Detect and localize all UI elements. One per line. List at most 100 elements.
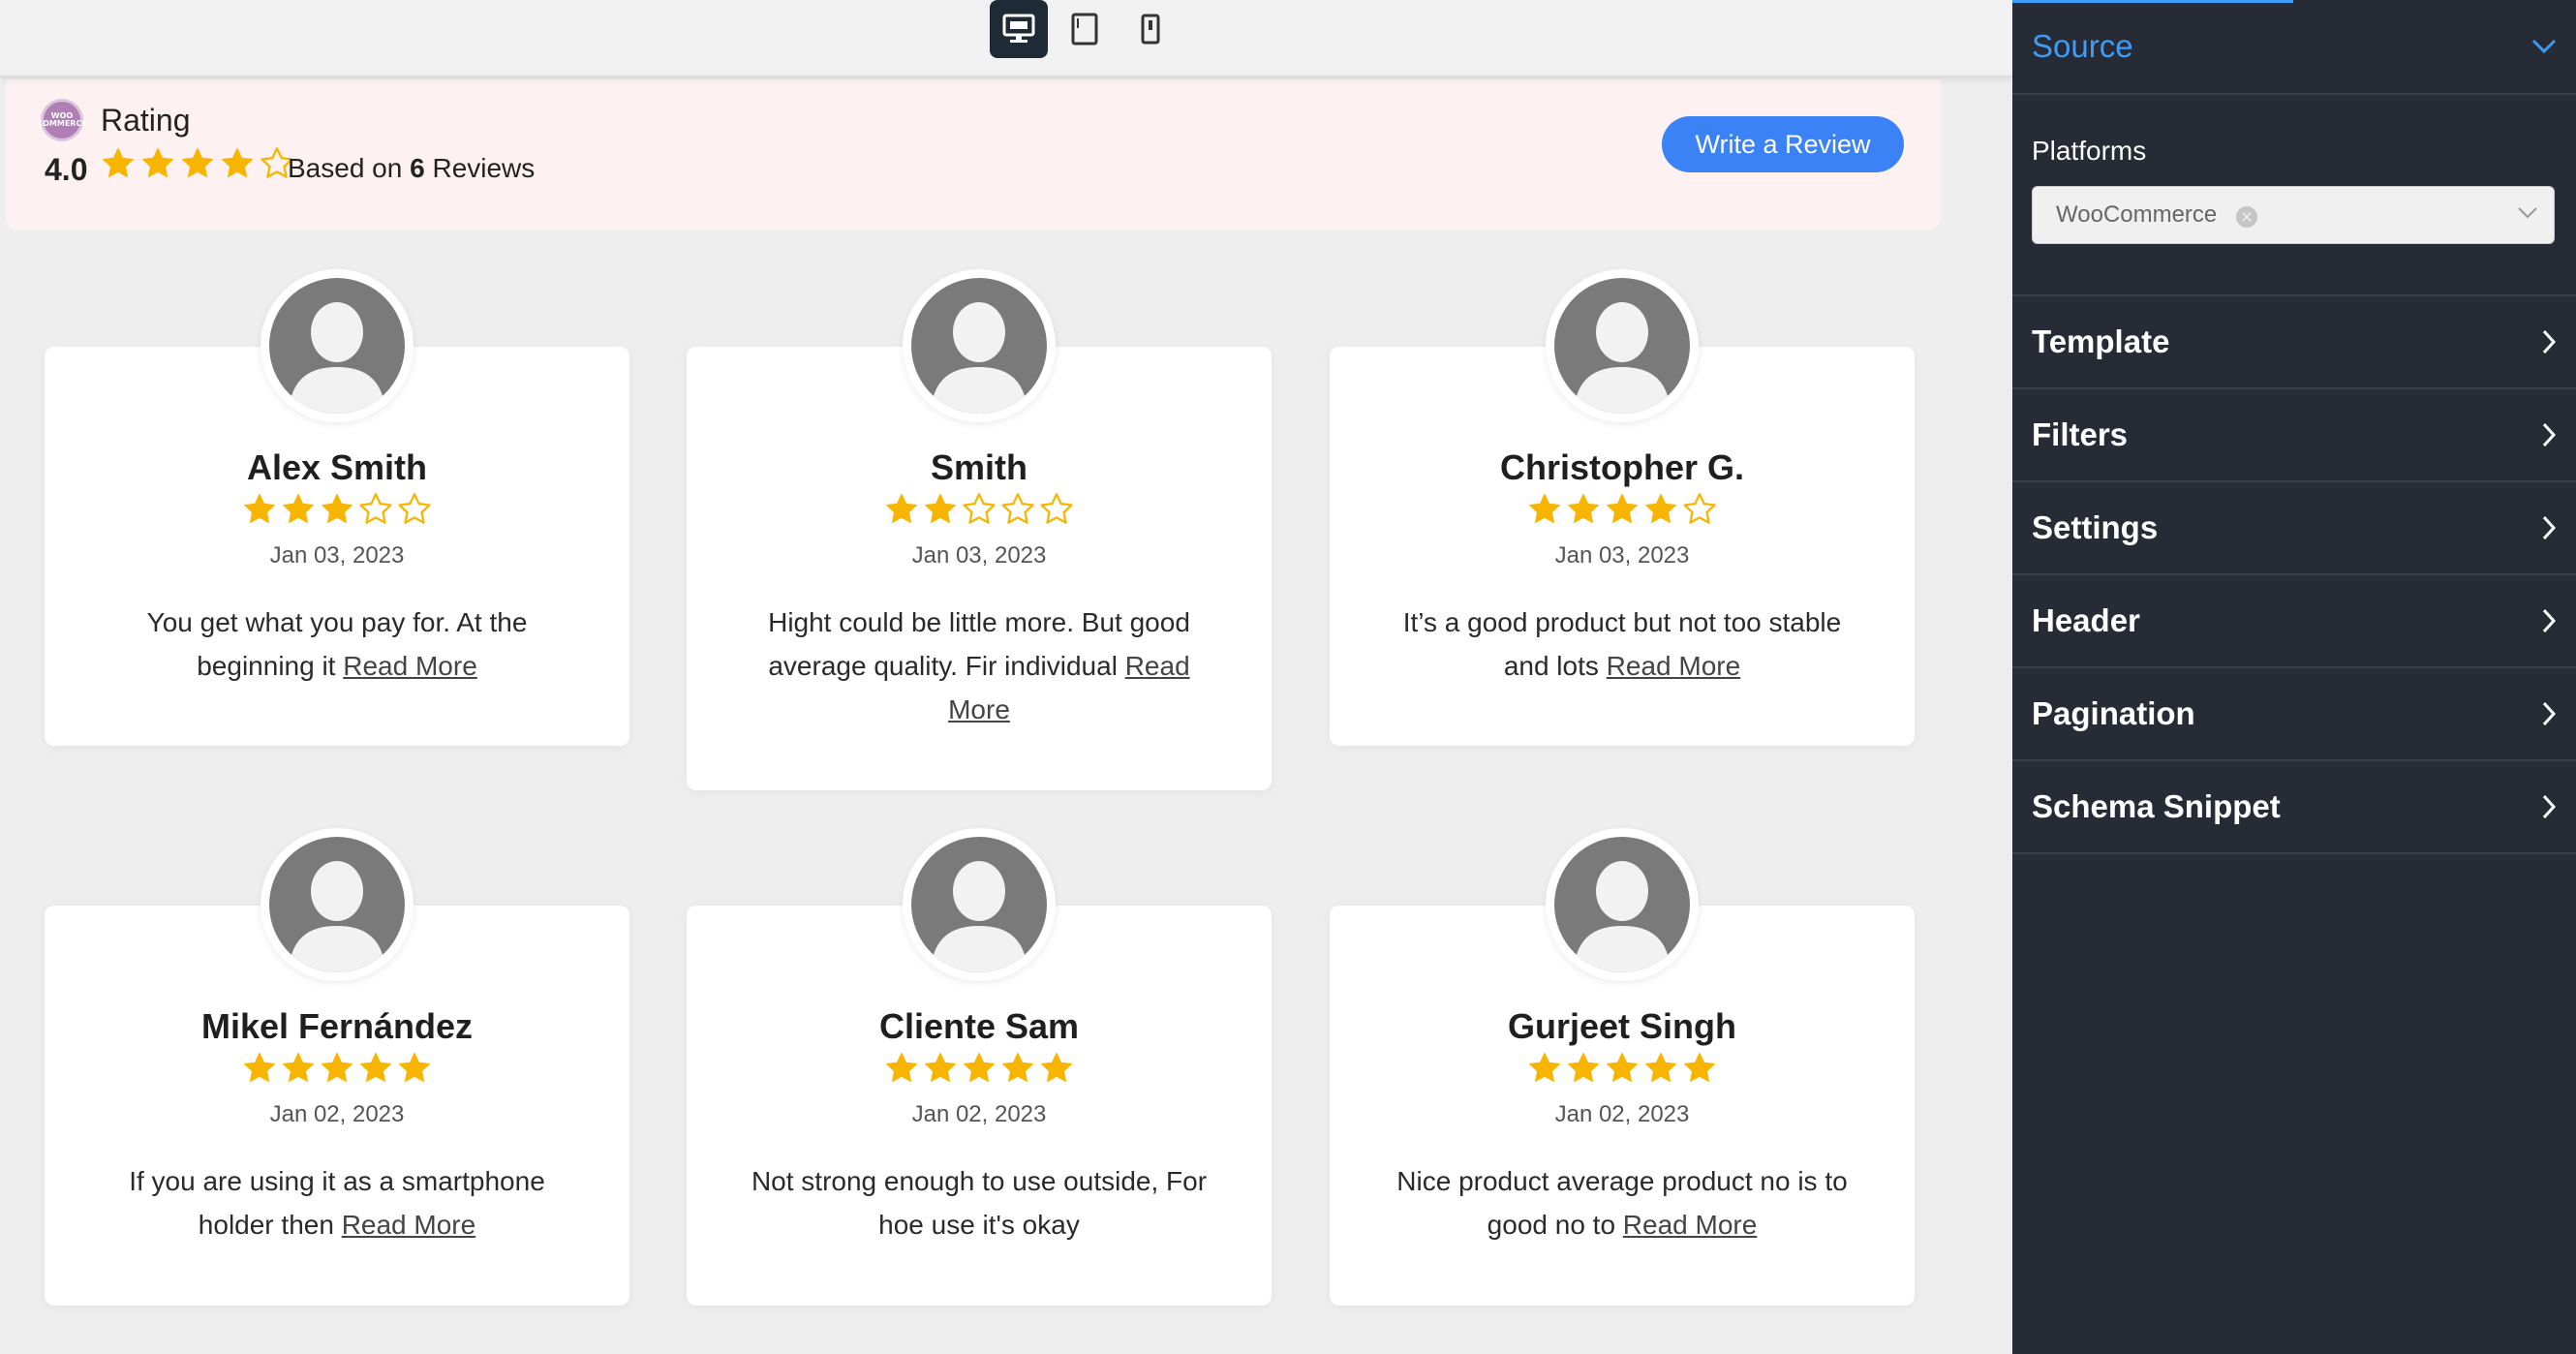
platforms-label: Platforms [2032, 136, 2147, 166]
star-filled-icon [1607, 1052, 1638, 1083]
reviewer-name: Christopher G. [1499, 447, 1745, 487]
review-date: Jan 03, 2023 [1554, 542, 1690, 569]
panel-section-pagination[interactable]: Pagination [2012, 668, 2576, 761]
review-text: Not strong enough to use outside, For ho… [735, 1159, 1223, 1246]
review-stars [1330, 1051, 1915, 1086]
star-filled-icon [283, 1052, 314, 1083]
source-section-toggle[interactable]: Source [2012, 0, 2576, 95]
review-date: Jan 02, 2023 [1554, 1101, 1690, 1127]
star-empty-icon [1001, 493, 1034, 524]
reviewer-name: Cliente Sam [878, 1006, 1080, 1046]
panel-section-filters[interactable]: Filters [2012, 389, 2576, 482]
tablet-view-button[interactable] [1056, 0, 1114, 58]
chevron-right-icon [2542, 794, 2557, 819]
star-empty-icon [359, 493, 392, 524]
panel-section-label: Schema Snippet [2032, 788, 2281, 824]
read-more-link[interactable]: Read More [1607, 651, 1741, 681]
read-more-link[interactable]: Read More [343, 651, 477, 681]
review-text: You get what you pay for. At the beginni… [93, 600, 581, 688]
review-stars [1330, 492, 1915, 527]
star-filled-icon [886, 493, 917, 524]
star-filled-icon [322, 1052, 353, 1083]
star-empty-icon [1040, 493, 1073, 524]
review-star-rating [244, 1052, 430, 1083]
star-empty-icon [1683, 493, 1716, 524]
write-review-button[interactable]: Write a Review [1662, 116, 1904, 172]
chevron-right-icon [2542, 422, 2557, 447]
star-filled-icon [1529, 1052, 1560, 1083]
review-star-rating [1529, 493, 1716, 524]
panel-section-label: Filters [2032, 416, 2129, 452]
review-star-rating [244, 493, 431, 524]
star-empty-icon [963, 493, 996, 524]
star-empty-icon [398, 493, 431, 524]
review-body: Not strong enough to use outside, For ho… [751, 1166, 1208, 1240]
chevron-down-icon [2518, 207, 2537, 219]
star-filled-icon [103, 147, 134, 178]
tablet-icon [1071, 13, 1098, 46]
avatar-image [1554, 837, 1690, 972]
reviewer-avatar [261, 269, 414, 422]
star-filled-icon [1529, 493, 1560, 524]
star-filled-icon [244, 493, 275, 524]
star-filled-icon [1568, 493, 1599, 524]
default-avatar-icon [1554, 837, 1690, 972]
default-avatar-icon [269, 278, 405, 414]
device-toolbar [0, 0, 2012, 77]
star-filled-icon [925, 1052, 956, 1083]
star-filled-icon [1568, 1052, 1599, 1083]
review-star-rating [886, 1052, 1072, 1083]
chevron-right-icon [2542, 701, 2557, 726]
review-date: Jan 02, 2023 [911, 1101, 1047, 1127]
chevron-right-icon [2542, 515, 2557, 540]
review-date: Jan 03, 2023 [911, 542, 1047, 569]
panel-section-template[interactable]: Template [2012, 296, 2576, 389]
read-more-link[interactable]: Read More [342, 1210, 476, 1240]
reviewer-avatar [903, 828, 1056, 981]
panel-section-label: Template [2032, 323, 2170, 359]
star-filled-icon [399, 1052, 430, 1083]
read-more-link[interactable]: Read More [1623, 1210, 1758, 1240]
star-filled-icon [142, 147, 173, 178]
chevron-right-icon [2542, 329, 2557, 354]
panel-section-header[interactable]: Header [2012, 575, 2576, 668]
star-filled-icon [182, 147, 213, 178]
panel-section-schema-snippet[interactable]: Schema Snippet [2012, 761, 2576, 854]
woo-logo-text: WOO COMMERCE [37, 111, 87, 128]
review-text: It’s a good product but not too stable a… [1378, 600, 1866, 688]
rating-title: Rating [101, 103, 191, 138]
platforms-select[interactable]: WooCommerce × [2032, 186, 2555, 244]
average-star-rating [103, 147, 293, 178]
default-avatar-icon [911, 837, 1047, 972]
reviewer-name: Smith [930, 447, 1027, 487]
mobile-view-button[interactable] [1121, 0, 1180, 58]
desktop-view-button[interactable] [990, 0, 1048, 58]
default-avatar-icon [1554, 278, 1690, 414]
average-rating-value: 4.0 [45, 152, 88, 187]
panel-section-settings[interactable]: Settings [2012, 482, 2576, 575]
reviewer-name: Alex Smith [246, 447, 428, 487]
panel-section-label: Header [2032, 602, 2140, 638]
star-filled-icon [886, 1052, 917, 1083]
star-filled-icon [322, 493, 353, 524]
reviewer-name: Gurjeet Singh [1507, 1006, 1737, 1046]
clear-tag-icon[interactable]: × [2236, 206, 2257, 228]
review-stars [687, 1051, 1272, 1086]
review-date: Jan 02, 2023 [269, 1101, 405, 1127]
star-filled-icon [964, 1052, 995, 1083]
review-stars [687, 492, 1272, 527]
avatar-image [911, 278, 1047, 414]
reviewer-name: Mikel Fernández [200, 1006, 474, 1046]
woocommerce-logo: WOO COMMERCE [37, 99, 87, 141]
review-text: Hight could be little more. But good ave… [735, 600, 1223, 731]
review-stars [45, 1051, 629, 1086]
review-count: 6 [410, 153, 425, 183]
default-avatar-icon [911, 278, 1047, 414]
based-suffix: Reviews [432, 153, 536, 183]
star-filled-icon [360, 1052, 391, 1083]
review-count-text: Based on 6 Reviews [288, 153, 535, 184]
star-filled-icon [1684, 1052, 1715, 1083]
based-prefix: Based on [288, 153, 403, 183]
star-filled-icon [1002, 1052, 1033, 1083]
default-avatar-icon [269, 837, 405, 972]
